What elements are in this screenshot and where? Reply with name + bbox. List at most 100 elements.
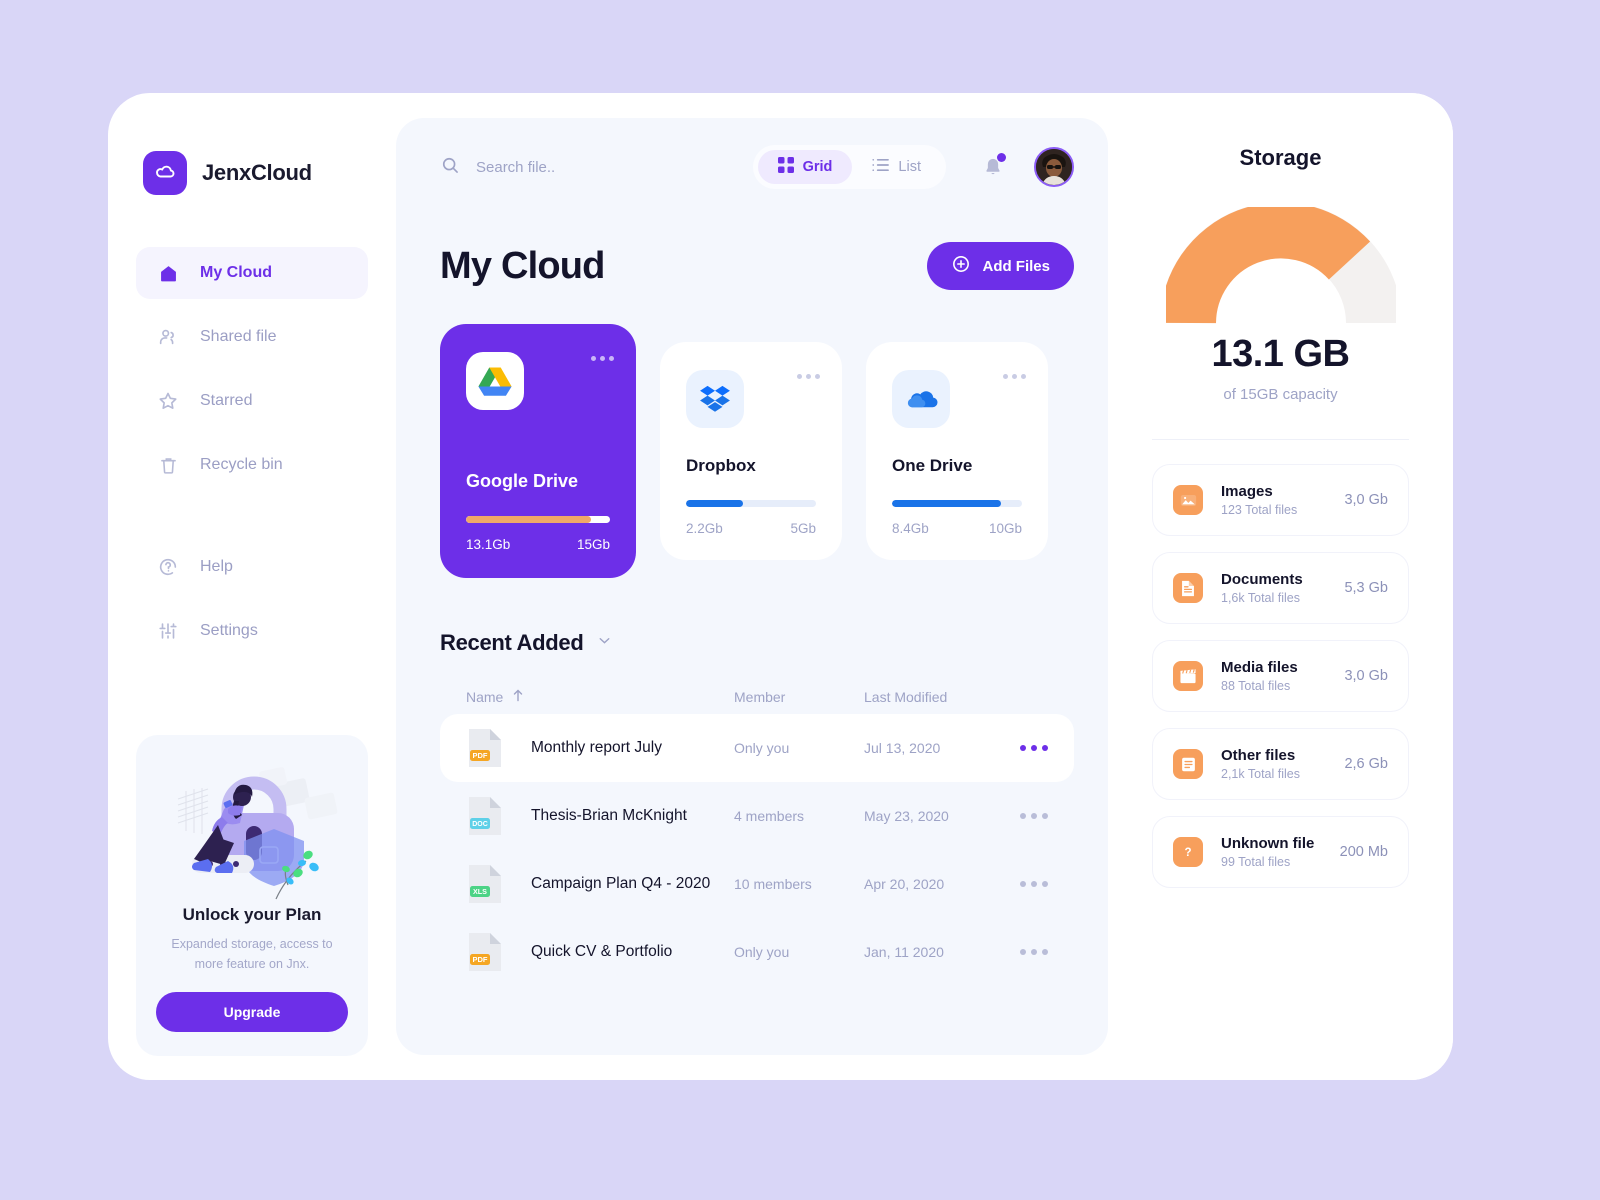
- search-icon: [440, 155, 460, 180]
- upgrade-promo-card: Unlock your Plan Expanded storage, acces…: [136, 735, 368, 1056]
- service-meta: 13.1Gb 15Gb: [466, 537, 610, 552]
- notifications-bell-icon[interactable]: [980, 152, 1006, 182]
- storage-item-unknown-file[interactable]: ? Unknown file 99 Total files 200 Mb: [1152, 816, 1409, 888]
- sidebar-item-settings[interactable]: Settings: [136, 605, 368, 657]
- sort-asc-arrow-icon: [512, 689, 524, 705]
- service-progress-bar: [892, 500, 1022, 507]
- storage-item-name: Unknown file: [1221, 835, 1315, 852]
- sidebar-item-my-cloud[interactable]: My Cloud: [136, 247, 368, 299]
- dropbox-icon: [686, 370, 744, 428]
- question-circle-icon: [156, 555, 180, 579]
- notification-badge: [997, 153, 1006, 162]
- avatar[interactable]: [1034, 147, 1074, 187]
- onedrive-icon: [892, 370, 950, 428]
- topbar: Grid List: [440, 140, 1074, 194]
- brand-name: JenxCloud: [202, 160, 312, 185]
- service-options-button[interactable]: [591, 356, 614, 361]
- row-options-button[interactable]: [1004, 881, 1048, 887]
- row-options-button[interactable]: [1004, 949, 1048, 955]
- storage-panel: Storage 13.1 GB of 15GB capacity Images …: [1108, 93, 1453, 1080]
- svg-text:PDF: PDF: [473, 955, 488, 964]
- sidebar-item-starred[interactable]: Starred: [136, 375, 368, 427]
- table-row[interactable]: DOC Thesis-Brian McKnight 4 members May …: [440, 782, 1074, 850]
- image-icon: [1173, 485, 1203, 515]
- add-files-button[interactable]: Add Files: [927, 242, 1074, 290]
- table-row[interactable]: XLS Campaign Plan Q4 - 2020 10 members A…: [440, 850, 1074, 918]
- sidebar-item-recycle-bin[interactable]: Recycle bin: [136, 439, 368, 491]
- svg-text:PDF: PDF: [473, 751, 488, 760]
- service-progress-bar: [466, 516, 610, 523]
- storage-item-text: Images 123 Total files: [1221, 483, 1344, 517]
- chevron-down-icon[interactable]: [596, 632, 613, 654]
- table-row[interactable]: PDF Monthly report July Only you Jul 13,…: [440, 714, 1074, 782]
- column-name[interactable]: Name: [466, 689, 734, 705]
- recent-added-header[interactable]: Recent Added: [440, 630, 1074, 656]
- trash-icon: [156, 453, 180, 477]
- file-name: Quick CV & Portfolio: [531, 943, 673, 960]
- storage-item-size: 200 Mb: [1339, 844, 1388, 860]
- storage-breakdown-list: Images 123 Total files 3,0 Gb Documents …: [1152, 464, 1409, 888]
- file-modified: Jan, 11 2020: [864, 944, 944, 960]
- column-last-modified: Last Modified: [864, 689, 948, 705]
- service-used: 2.2Gb: [686, 521, 723, 536]
- storage-item-images[interactable]: Images 123 Total files 3,0 Gb: [1152, 464, 1409, 536]
- storage-item-name: Other files: [1221, 747, 1296, 764]
- file-actions-cell: [1004, 813, 1048, 819]
- table-row[interactable]: PDF Quick CV & Portfolio Only you Jan, 1…: [440, 918, 1074, 986]
- sidebar-item-shared-file[interactable]: Shared file: [136, 311, 368, 363]
- upgrade-button[interactable]: Upgrade: [156, 992, 348, 1032]
- service-total: 5Gb: [790, 521, 816, 536]
- sidebar-label: Help: [200, 558, 233, 575]
- service-progress-fill: [466, 516, 592, 523]
- service-progress-fill: [686, 500, 744, 507]
- storage-item-name: Media files: [1221, 659, 1298, 676]
- view-list-button[interactable]: List: [852, 150, 941, 184]
- file-name-cell: DOC Thesis-Brian McKnight: [466, 794, 734, 838]
- sidebar-nav: My Cloud Shared file Starred Recycle bin…: [136, 247, 368, 657]
- storage-gauge: [1152, 207, 1409, 327]
- file-name-cell: PDF Quick CV & Portfolio: [466, 930, 734, 974]
- storage-item-size: 3,0 Gb: [1344, 668, 1388, 684]
- file-member: 10 members: [734, 876, 812, 892]
- sidebar-item-help[interactable]: Help: [136, 541, 368, 593]
- storage-item-files: 1,6k Total files: [1221, 591, 1300, 605]
- storage-item-documents[interactable]: Documents 1,6k Total files 5,3 Gb: [1152, 552, 1409, 624]
- home-icon: [156, 261, 180, 285]
- storage-item-text: Documents 1,6k Total files: [1221, 571, 1344, 605]
- service-card-one-drive[interactable]: One Drive 8.4Gb 10Gb: [866, 342, 1048, 560]
- storage-item-files: 88 Total files: [1221, 679, 1291, 693]
- list-box-icon: [1173, 749, 1203, 779]
- divider: [1152, 439, 1409, 440]
- storage-item-other-files[interactable]: Other files 2,1k Total files 2,6 Gb: [1152, 728, 1409, 800]
- file-member: Only you: [734, 944, 790, 960]
- view-grid-button[interactable]: Grid: [757, 150, 853, 184]
- question-icon: ?: [1173, 837, 1203, 867]
- storage-item-size: 5,3 Gb: [1344, 580, 1388, 596]
- storage-item-media-files[interactable]: Media files 88 Total files 3,0 Gb: [1152, 640, 1409, 712]
- file-actions-cell: [1004, 949, 1048, 955]
- service-options-button[interactable]: [1003, 374, 1026, 379]
- storage-item-files: 123 Total files: [1221, 503, 1298, 517]
- service-total: 10Gb: [988, 521, 1022, 536]
- service-options-button[interactable]: [797, 374, 820, 379]
- file-name: Monthly report July: [531, 739, 662, 756]
- service-name: One Drive: [892, 456, 973, 475]
- service-card-dropbox[interactable]: Dropbox 2.2Gb 5Gb: [660, 342, 842, 560]
- column-member: Member: [734, 689, 786, 705]
- row-options-button[interactable]: [1004, 745, 1048, 751]
- file-modified: Apr 20, 2020: [864, 876, 945, 892]
- service-card-google-drive[interactable]: Google Drive 13.1Gb 15Gb: [440, 324, 636, 578]
- person-on-padlock-illustration: [156, 751, 348, 901]
- list-icon: [872, 158, 890, 176]
- service-footer: One Drive 8.4Gb 10Gb: [892, 456, 1022, 536]
- service-meta: 8.4Gb 10Gb: [892, 521, 1022, 536]
- svg-text:?: ?: [1184, 847, 1191, 859]
- search-bar[interactable]: [440, 155, 753, 180]
- service-used: 13.1Gb: [466, 537, 511, 552]
- search-input[interactable]: [476, 158, 706, 176]
- row-options-button[interactable]: [1004, 813, 1048, 819]
- storage-title: Storage: [1239, 145, 1322, 170]
- main-content: Grid List: [396, 118, 1108, 1055]
- brand-logo-cloud-icon: [143, 151, 187, 195]
